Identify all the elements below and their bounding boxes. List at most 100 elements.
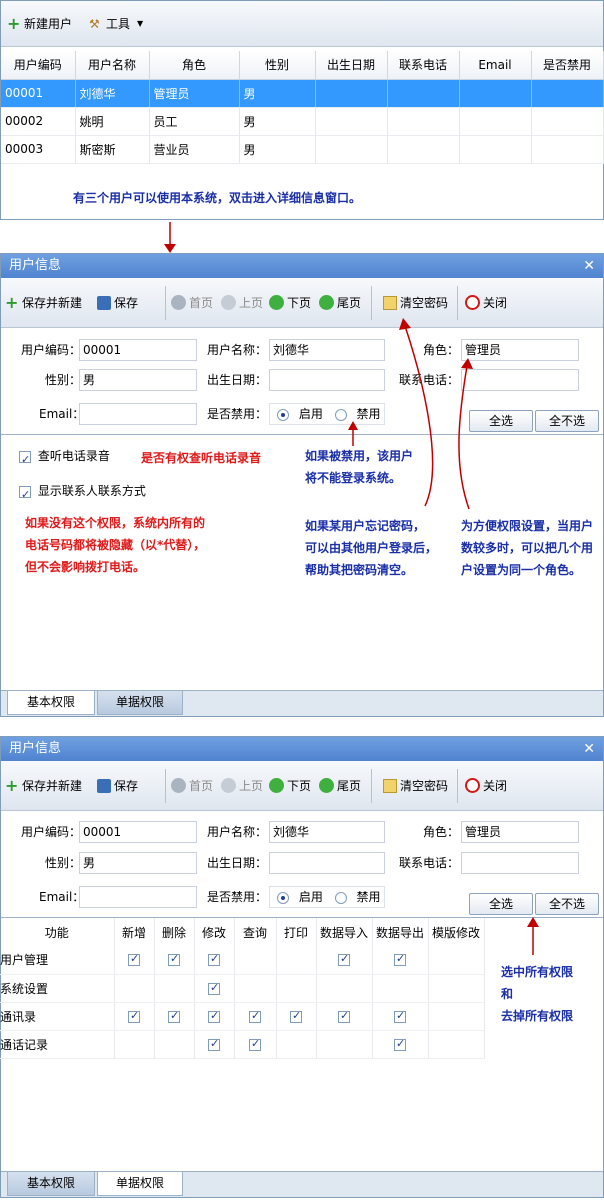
permission-checkbox[interactable] [128, 1009, 140, 1023]
permission-checkbox[interactable] [249, 1037, 261, 1051]
permission-cell [428, 946, 485, 975]
permission-checkbox[interactable] [208, 1037, 220, 1051]
permission-column-header: 数据导出 [372, 918, 429, 946]
column-header[interactable]: 是否禁用 [531, 51, 604, 80]
permission-row: 用户管理 [0, 946, 485, 975]
column-header[interactable]: 出生日期 [315, 51, 388, 80]
gender-label: 性别： [45, 856, 82, 870]
phone-field[interactable] [461, 852, 579, 874]
dialog-title: 用户信息 [1, 737, 603, 761]
table-row[interactable]: 00001 刘德华 管理员男 [1, 79, 604, 108]
permission-cell [316, 974, 373, 1003]
permission-checkbox[interactable] [208, 952, 220, 967]
tab-document-permission[interactable]: 单据权限 [97, 691, 183, 715]
close-button[interactable]: 关闭 [465, 777, 507, 794]
arrow-down-icon [164, 222, 176, 253]
select-none-button[interactable]: 全不选 [535, 893, 599, 915]
permission-checkbox[interactable] [290, 1009, 302, 1023]
permission-checkbox[interactable] [394, 1037, 406, 1051]
permission-checkbox[interactable] [338, 952, 350, 967]
permission-cell [276, 1030, 317, 1059]
column-header[interactable]: 用户编码 [1, 51, 76, 80]
permission-checkbox[interactable] [168, 952, 180, 967]
permission-checkbox[interactable] [338, 1009, 350, 1023]
no-entry-icon [465, 778, 480, 793]
email-field[interactable] [79, 886, 197, 908]
name-field[interactable]: 刘德华 [269, 821, 385, 843]
table-cell [531, 107, 604, 136]
disable-radio[interactable] [334, 891, 347, 904]
permission-checkbox[interactable] [208, 1009, 220, 1023]
permission-cell [154, 1002, 195, 1031]
table-cell [531, 79, 604, 108]
table-cell: 员工 [149, 107, 240, 136]
save-button[interactable]: 保存 [97, 777, 138, 794]
permission-row: 通话记录 [0, 1030, 485, 1059]
permission-checkbox[interactable] [128, 952, 140, 967]
permission-checkbox[interactable] [168, 1009, 180, 1023]
document-permission-table: 功能新增删除修改查询打印数据导入数据导出模版修改 用户管理系统设置通讯录通话记录 [0, 918, 485, 1059]
permission-cell [194, 1002, 235, 1031]
column-header[interactable]: 联系电话 [387, 51, 460, 80]
plus-icon: + [5, 775, 19, 795]
permission-tabs: 基本权限 单据权限 [1, 690, 603, 716]
permission-checkbox[interactable] [249, 1009, 261, 1023]
table-cell: 管理员 [149, 79, 240, 108]
gender-field[interactable]: 男 [79, 852, 197, 874]
tab-basic-permission[interactable]: 基本权限 [7, 691, 95, 715]
permission-cell [276, 946, 317, 975]
permission-column-header: 打印 [276, 918, 317, 946]
tools-menu-button[interactable]: ⚒ 工具 ▼ [89, 15, 143, 32]
table-cell [459, 107, 532, 136]
pencil-icon [383, 778, 397, 793]
permission-cell [372, 974, 429, 1003]
user-table: 用户编码 用户名称 角色 性别 出生日期 联系电话 Email 是否禁用 00001 刘德华 管理… [1, 51, 604, 164]
prev-page-button[interactable]: 上页 [221, 777, 263, 794]
column-header[interactable]: 角色 [149, 51, 240, 80]
name-label: 用户名称： [207, 825, 268, 839]
permission-cell [428, 1002, 485, 1031]
table-cell [387, 135, 460, 164]
table-row[interactable]: 00002 姚明 员工男 [1, 107, 604, 136]
permission-checkbox[interactable] [394, 952, 406, 967]
prev-page-icon [221, 778, 236, 793]
table-cell [459, 79, 532, 108]
permission-cell [114, 1002, 155, 1031]
permission-checkbox[interactable] [394, 1009, 406, 1023]
code-field[interactable]: 00001 [79, 821, 197, 843]
user-list-toolbar: + 新建用户 ⚒ 工具 ▼ [1, 1, 603, 47]
permission-cell [194, 946, 235, 975]
table-cell [387, 79, 460, 108]
permission-cell [372, 946, 429, 975]
next-page-button[interactable]: 下页 [269, 777, 311, 794]
close-icon[interactable]: ✕ [583, 737, 595, 761]
last-page-button[interactable]: 尾页 [319, 777, 361, 794]
permission-checkbox[interactable] [208, 981, 220, 995]
table-cell [315, 135, 388, 164]
birth-field[interactable] [269, 852, 385, 874]
column-header[interactable]: 性别 [239, 51, 316, 80]
clear-password-button[interactable]: 清空密码 [383, 777, 448, 794]
permission-column-header: 删除 [154, 918, 195, 946]
birth-label: 出生日期： [207, 856, 268, 870]
user-list-note: 有三个用户可以使用本系统，双击进入详细信息窗口。 [73, 191, 362, 205]
permission-cell [154, 974, 195, 1003]
permission-cell [234, 974, 277, 1003]
table-cell: 斯密斯 [75, 135, 150, 164]
first-page-button[interactable]: 首页 [171, 777, 213, 794]
code-label: 用户编码： [21, 825, 82, 839]
enable-radio[interactable] [277, 891, 289, 904]
permission-cell [234, 946, 277, 975]
permission-column-header: 功能 [0, 918, 115, 946]
tab-document-permission[interactable]: 单据权限 [97, 1172, 183, 1196]
table-row[interactable]: 00003 斯密斯 营业员男 [1, 135, 604, 164]
column-header[interactable]: 用户名称 [75, 51, 150, 80]
table-cell [387, 107, 460, 136]
save-and-new-button[interactable]: + 保存并新建 [5, 777, 82, 794]
select-all-button[interactable]: 全选 [469, 893, 533, 915]
new-user-button[interactable]: + 新建用户 [7, 15, 72, 32]
column-header[interactable]: Email [459, 51, 532, 80]
permission-cell [276, 1002, 317, 1031]
role-field[interactable]: 管理员 [461, 821, 579, 843]
tab-basic-permission[interactable]: 基本权限 [7, 1172, 95, 1196]
